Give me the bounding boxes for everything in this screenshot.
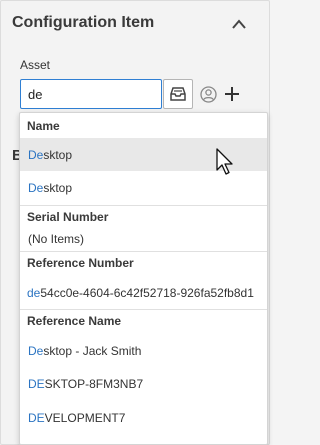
list-item[interactable]: DE SKTOP-8FM3NB7: [20, 367, 267, 400]
chevron-up-icon[interactable]: [231, 18, 247, 30]
asset-input[interactable]: [20, 79, 162, 109]
plus-icon[interactable]: [224, 86, 240, 102]
lookup-button[interactable]: [163, 79, 193, 109]
asset-label: Asset: [20, 58, 51, 72]
inbox-icon: [170, 87, 186, 101]
list-item[interactable]: De sktop - Jack Smith: [20, 334, 267, 367]
name-section-header: Name: [27, 119, 60, 133]
panel-title: Configuration Item: [12, 14, 155, 31]
list-item[interactable]: de 54cc0e-4604-6c42f52718-926fa52fb8d1: [20, 278, 267, 308]
serial-number-section-header: Serial Number: [27, 210, 109, 224]
mouse-pointer-icon: [216, 148, 233, 175]
reference-name-section-header: Reference Name: [27, 314, 122, 328]
list-item[interactable]: DE VELOPMENT7: [20, 401, 267, 434]
user-circle-icon[interactable]: [200, 86, 217, 103]
reference-number-section-header: Reference Number: [27, 256, 134, 270]
divider: [20, 309, 267, 310]
divider: [20, 205, 267, 206]
empty-list-item: (No Items): [28, 232, 85, 246]
divider: [20, 251, 267, 252]
